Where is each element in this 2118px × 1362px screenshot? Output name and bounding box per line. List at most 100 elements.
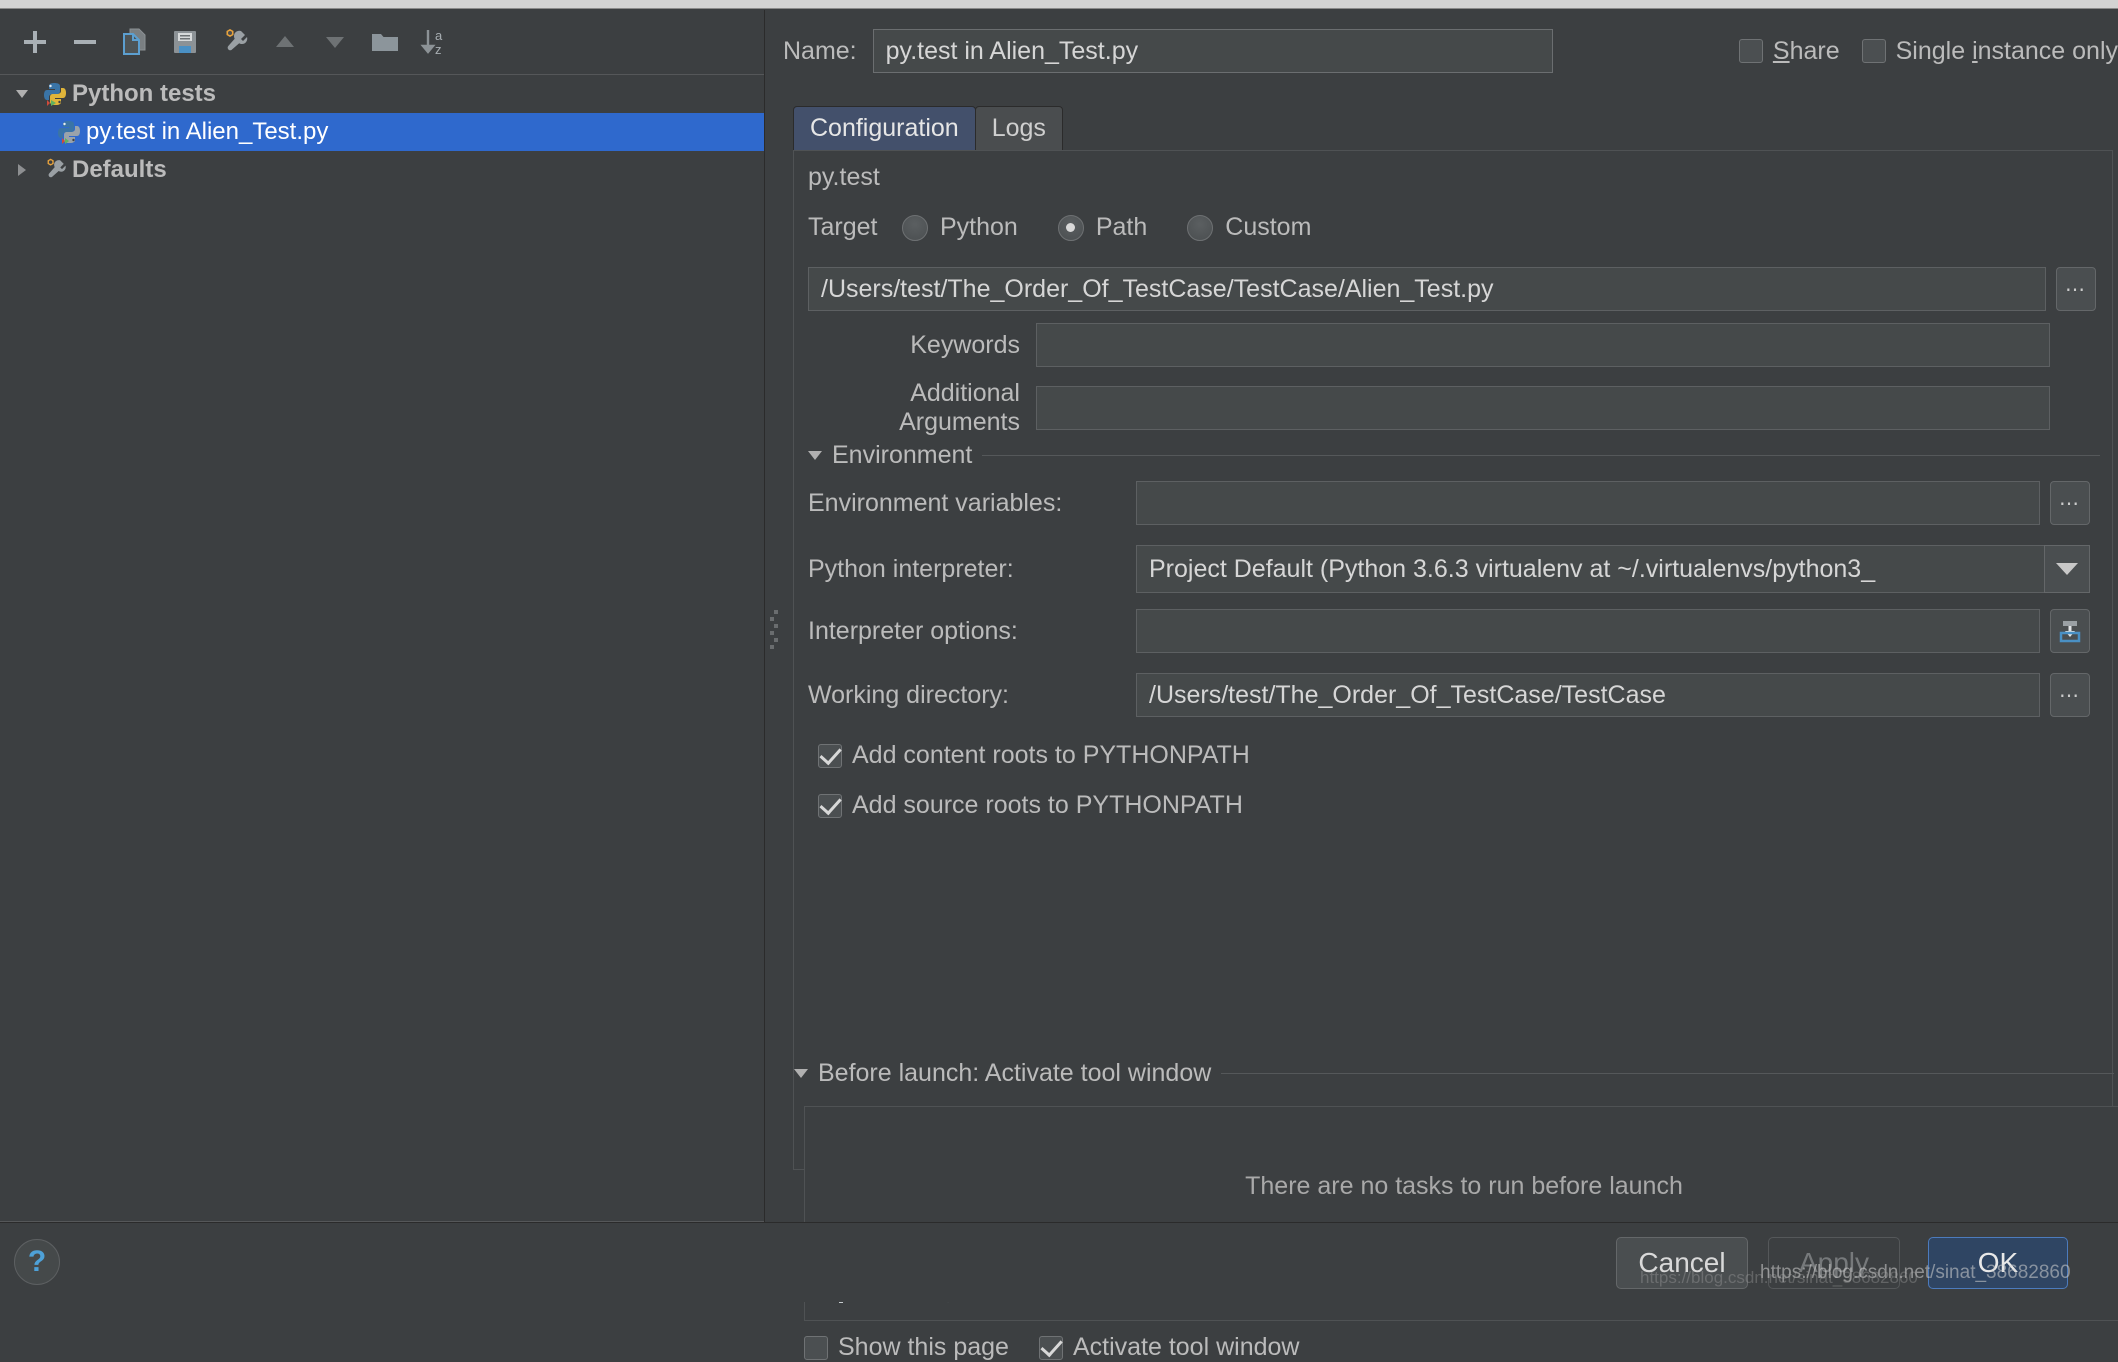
sort-alphabetically-button[interactable]: a z — [410, 18, 460, 66]
additional-arguments-row: Additional Arguments — [808, 379, 2100, 437]
add-content-roots-checkbox[interactable] — [818, 743, 842, 768]
working-directory-browse-button[interactable]: ⋯ — [2050, 673, 2090, 717]
show-this-page-checkbox[interactable] — [804, 1335, 828, 1360]
panel-splitter[interactable] — [765, 10, 783, 1222]
copy-configuration-button[interactable] — [110, 18, 160, 66]
keywords-row: Keywords — [808, 323, 2100, 367]
interpreter-options-input[interactable] — [1136, 609, 2040, 653]
chevron-down-icon[interactable] — [2044, 545, 2090, 593]
single-instance-checkbox[interactable] — [1861, 39, 1886, 63]
move-up-button[interactable] — [260, 18, 310, 66]
radio-python-label: Python — [940, 213, 1018, 241]
splitter-grip-icon[interactable] — [770, 610, 778, 652]
chevron-down-icon[interactable] — [794, 1069, 808, 1078]
name-label: Name: — [783, 36, 857, 65]
environment-variables-row: Environment variables: ⋯ — [808, 481, 2100, 525]
radio-python[interactable] — [902, 214, 928, 241]
target-option-custom[interactable]: Custom — [1187, 213, 1311, 242]
add-content-roots-label: Add content roots to PYTHONPATH — [852, 741, 1250, 769]
radio-path-label: Path — [1095, 213, 1148, 241]
ok-button[interactable]: OK — [1928, 1237, 2068, 1289]
tab-logs[interactable]: Logs — [974, 106, 1063, 150]
python-interpreter-value: Project Default (Python 3.6.3 virtualenv… — [1136, 545, 2044, 593]
python-test-icon — [52, 119, 86, 145]
configuration-tab-content: py.test Target Python Path Custom ⋯ Key — [793, 150, 2118, 1361]
environment-variables-browse-button[interactable]: ⋯ — [2050, 481, 2090, 525]
before-launch-empty-text: There are no tasks to run before launch — [1245, 1171, 1683, 1200]
share-checkbox[interactable] — [1738, 39, 1763, 63]
target-option-python[interactable]: Python — [902, 213, 1018, 242]
radio-custom-label: Custom — [1225, 213, 1312, 241]
apply-button[interactable]: Apply — [1768, 1237, 1900, 1289]
tree-item-label: Python tests — [72, 80, 217, 107]
help-button[interactable]: ? — [14, 1239, 60, 1285]
window-titlebar — [0, 0, 2118, 9]
tree-item-python-tests[interactable]: Python tests — [0, 75, 764, 113]
dialog-footer: ? Cancel Apply OK — [0, 1222, 2118, 1302]
tree-item-defaults[interactable]: Defaults — [0, 151, 764, 189]
radio-path[interactable] — [1057, 214, 1084, 241]
python-interpreter-row: Python interpreter: Project Default (Pyt… — [808, 545, 2100, 593]
radio-custom[interactable] — [1187, 214, 1214, 241]
cancel-button[interactable]: Cancel — [1616, 1237, 1748, 1289]
activate-tool-window-checkbox-row[interactable]: Activate tool window — [1038, 1333, 1300, 1362]
interpreter-options-label: Interpreter options: — [808, 616, 1018, 645]
configurations-sidebar: a z Python tests py.test in Alien_Test.p… — [0, 10, 765, 1222]
environment-section-title: Environment — [832, 441, 973, 469]
sidebar-toolbar: a z — [0, 10, 765, 74]
environment-variables-label: Environment variables: — [808, 488, 1063, 517]
target-label: Target — [808, 213, 878, 241]
tree-item-label: Defaults — [72, 156, 167, 183]
target-path-browse-button[interactable]: ⋯ — [2056, 267, 2096, 311]
working-directory-row: Working directory: ⋯ — [808, 673, 2100, 717]
interpreter-options-expand-button[interactable] — [2050, 609, 2090, 653]
editor-bottom-options: Show this page Activate tool window — [804, 1333, 1299, 1362]
show-this-page-checkbox-row[interactable]: Show this page — [804, 1333, 1009, 1362]
edit-defaults-button[interactable] — [210, 18, 260, 66]
share-label: Share — [1772, 36, 1840, 65]
activate-tool-window-checkbox[interactable] — [1038, 1335, 1063, 1360]
chevron-down-icon[interactable] — [808, 451, 822, 460]
pytest-section-label: py.test — [808, 163, 880, 191]
add-source-roots-label: Add source roots to PYTHONPATH — [852, 791, 1243, 819]
add-source-roots-checkbox[interactable] — [818, 793, 842, 818]
working-directory-input[interactable] — [1136, 673, 2040, 717]
single-instance-label: Single instance only — [1895, 36, 2118, 65]
activate-tool-window-label: Activate tool window — [1072, 1333, 1300, 1361]
tab-configuration[interactable]: Configuration — [793, 106, 976, 150]
show-this-page-label: Show this page — [838, 1333, 1009, 1361]
move-down-button[interactable] — [310, 18, 360, 66]
twisty-expanded-icon[interactable] — [6, 84, 38, 104]
interpreter-options-row: Interpreter options: — [808, 609, 2100, 653]
svg-text:a: a — [435, 28, 443, 43]
save-configuration-button[interactable] — [160, 18, 210, 66]
tree-item-label: py.test in Alien_Test.py — [86, 118, 329, 145]
environment-section-header[interactable]: Environment — [808, 441, 2100, 470]
add-configuration-button[interactable] — [10, 18, 60, 66]
share-checkbox-row[interactable]: Share — [1738, 36, 1840, 66]
add-source-roots-checkbox-row[interactable]: Add source roots to PYTHONPATH — [818, 791, 1243, 820]
working-directory-label: Working directory: — [808, 680, 1009, 709]
remove-configuration-button[interactable] — [60, 18, 110, 66]
keywords-label: Keywords — [910, 330, 1020, 359]
keywords-input[interactable] — [1036, 323, 2050, 367]
single-instance-checkbox-row[interactable]: Single instance only — [1861, 36, 2118, 66]
target-option-path[interactable]: Path — [1057, 213, 1148, 242]
environment-variables-input[interactable] — [1136, 481, 2040, 525]
editor-tabs[interactable]: Configuration Logs — [793, 106, 1063, 150]
svg-text:z: z — [435, 42, 442, 57]
python-interpreter-label: Python interpreter: — [808, 554, 1014, 583]
configurations-tree[interactable]: Python tests py.test in Alien_Test.py De… — [0, 74, 764, 1222]
additional-arguments-label: Additional Arguments — [899, 379, 1020, 436]
new-folder-button[interactable] — [360, 18, 410, 66]
name-input[interactable] — [872, 29, 1553, 73]
additional-arguments-input[interactable] — [1036, 386, 2050, 430]
section-divider — [1221, 1073, 2114, 1074]
before-launch-title: Before launch: Activate tool window — [818, 1059, 1212, 1087]
before-launch-section-header[interactable]: Before launch: Activate tool window — [794, 1059, 2114, 1088]
tree-item-pytest-alien-test[interactable]: py.test in Alien_Test.py — [0, 113, 764, 151]
add-content-roots-checkbox-row[interactable]: Add content roots to PYTHONPATH — [818, 741, 1250, 770]
twisty-collapsed-icon[interactable] — [6, 160, 38, 180]
target-path-input[interactable] — [808, 267, 2046, 311]
python-interpreter-combobox[interactable]: Project Default (Python 3.6.3 virtualenv… — [1136, 545, 2090, 593]
